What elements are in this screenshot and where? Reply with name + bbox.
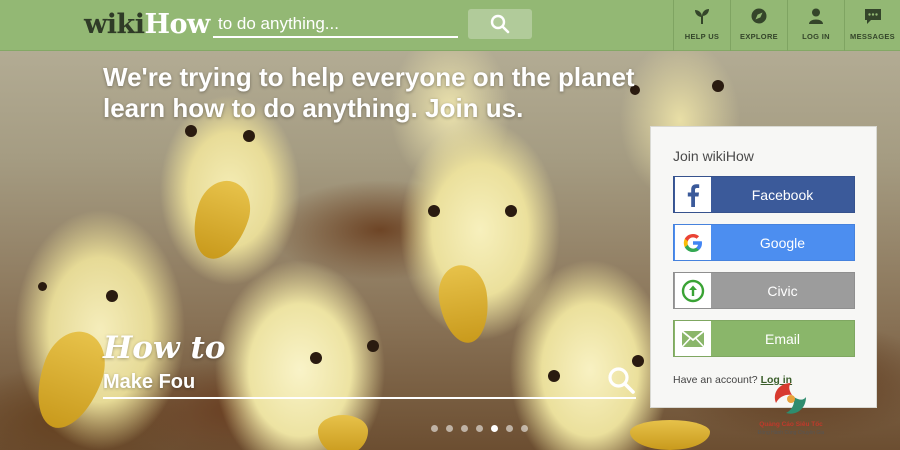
how-to-label: How to [103, 330, 226, 366]
email-signup-button[interactable]: Email [673, 320, 855, 357]
carousel-dot[interactable] [446, 425, 453, 432]
carousel-dot[interactable] [476, 425, 483, 432]
nav-log-in[interactable]: LOG IN [787, 0, 844, 51]
civic-icon [675, 273, 711, 308]
email-icon [675, 321, 711, 356]
compass-icon [751, 8, 767, 24]
join-panel: Join wikiHow Facebook Google Civic Email [650, 126, 877, 408]
carousel-dot[interactable] [506, 425, 513, 432]
watermark-swirl-icon [774, 383, 806, 414]
email-label: Email [764, 330, 800, 347]
search-icon [490, 14, 510, 34]
civic-signup-button[interactable]: Civic [673, 272, 855, 309]
facebook-signup-button[interactable]: Facebook [673, 176, 855, 213]
nav-messages[interactable]: MESSAGES [844, 0, 900, 51]
carousel-dot-active[interactable] [491, 425, 498, 432]
nav-help-us[interactable]: HELP US [673, 0, 730, 51]
headline-line-2: learn how to do anything. Join us. [103, 93, 524, 123]
carousel-dots [431, 425, 528, 432]
wikihow-logo[interactable]: wikiHow [84, 9, 210, 40]
sprout-icon [695, 9, 709, 24]
nav-label: HELP US [684, 32, 720, 41]
watermark-subtext: Đồng Hành Cùng Chuyên Gia [757, 430, 825, 436]
search-input[interactable] [213, 11, 458, 38]
chat-icon [864, 9, 881, 24]
header-nav: HELP US EXPLORE LOG IN MESSAGES [673, 0, 900, 51]
logo-wiki-text: wiki [84, 9, 145, 40]
user-icon [809, 8, 823, 24]
carousel-dot[interactable] [461, 425, 468, 432]
civic-label: Civic [767, 282, 798, 299]
google-icon [675, 225, 711, 260]
search-icon [608, 367, 635, 394]
google-signup-button[interactable]: Google [673, 224, 855, 261]
hero-headline: We're trying to help everyone on the pla… [103, 62, 663, 124]
watermark-logo: Quảng Cáo Siêu Tốc Đồng Hành Cùng Chuyên… [736, 377, 846, 442]
how-to-search-input[interactable] [103, 368, 636, 399]
watermark-text: Quảng Cáo Siêu Tốc [759, 421, 823, 428]
logo-how-text: How [144, 9, 210, 40]
search-button[interactable] [468, 9, 532, 39]
how-to-search-button[interactable] [607, 366, 635, 394]
carousel-dot[interactable] [431, 425, 438, 432]
nav-label: LOG IN [802, 32, 830, 41]
nav-label: MESSAGES [850, 32, 895, 41]
nav-explore[interactable]: EXPLORE [730, 0, 787, 51]
carousel-dot[interactable] [521, 425, 528, 432]
google-label: Google [759, 234, 806, 251]
facebook-icon [675, 177, 711, 212]
join-title: Join wikiHow [673, 148, 754, 164]
top-navigation-bar: wikiHow HELP US EXPLORE LOG IN MESSAGES [0, 0, 900, 51]
facebook-label: Facebook [751, 186, 814, 203]
headline-line-1: We're trying to help everyone on the pla… [103, 62, 635, 92]
nav-label: EXPLORE [740, 32, 778, 41]
